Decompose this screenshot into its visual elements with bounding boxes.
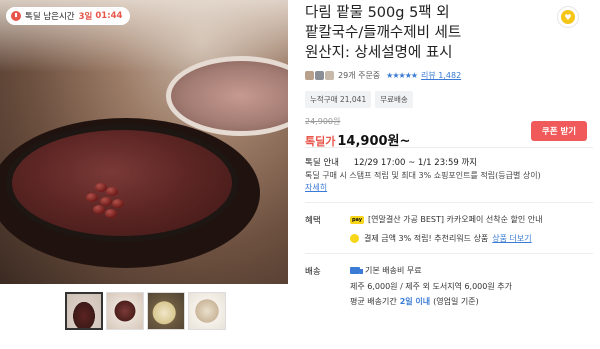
wishlist-button[interactable]: ♥ — [557, 6, 579, 28]
heart-icon: ♥ — [561, 10, 575, 24]
timer-time: 01:44 — [95, 11, 123, 21]
red-bean — [93, 205, 105, 214]
product-image-main[interactable]: 톡딜 남은시간 3일 01:44 — [0, 0, 288, 284]
thumbnail-1[interactable] — [65, 292, 103, 330]
benefit-more-link[interactable]: 상품 더보기 — [492, 233, 531, 244]
benefit-text-1: [연말결산 가공 BEST] 카카오페이 선착순 할인 안내 — [368, 215, 543, 224]
title-line-2: 팥칼국수/들깨수제비 세트 — [305, 25, 462, 41]
shipping-period-label: 평균 배송기간 — [350, 297, 397, 306]
shipping-line-2: 제주 6,000원 / 제주 외 도서지역 6,000원 추가 — [350, 282, 512, 291]
deal-info: 톡딜 안내 12/29 17:00 ~ 1/1 23:59 까지 — [305, 156, 477, 168]
coupon-button[interactable]: 쿠폰 받기 — [531, 121, 587, 141]
red-bean — [86, 193, 98, 202]
benefit-item-2: 결제 금액 3% 적립! 추천리워드 상품 상품 더보기 — [350, 233, 532, 244]
original-price: 24,900원 — [305, 117, 341, 126]
bowl-image — [6, 124, 238, 242]
benefit-text-2: 결제 금액 3% 적립! 추천리워드 상품 — [364, 234, 489, 243]
buyer-avatars — [305, 71, 335, 80]
timer-day: 3일 — [78, 12, 93, 22]
coin-icon — [350, 234, 359, 243]
badge-free-shipping: 무료배송 — [375, 91, 413, 108]
deal-description: 톡딜 구매 시 스탬프 적립 및 최대 3% 쇼핑포인트를 적립(등급별 상이)… — [305, 170, 590, 194]
red-bean — [112, 199, 124, 208]
divider — [305, 147, 593, 148]
benefit-item-1[interactable]: pay [연말결산 가공 BEST] 카카오페이 선착순 할인 안내 — [350, 214, 543, 225]
shipping-fee: 기본 배송비 무료 — [350, 265, 422, 276]
avatar — [325, 71, 334, 80]
timer-label: 톡딜 남은시간 — [25, 12, 75, 22]
clock-icon — [11, 11, 21, 21]
deal-desc-text: 톡딜 구매 시 스탬프 적립 및 최대 3% 쇼핑포인트를 적립(등급별 상이) — [305, 171, 541, 180]
order-count: 29개 주문중 — [338, 71, 381, 80]
shipping-extra: 제주 6,000원 / 제주 외 도서지역 6,000원 추가 — [350, 281, 512, 292]
deal-more-link[interactable]: 자세히 — [305, 183, 327, 192]
red-bean — [106, 187, 118, 196]
truck-icon — [350, 267, 363, 274]
divider — [305, 202, 593, 203]
review-link[interactable]: 리뷰 1,482 — [421, 70, 461, 81]
shipping-line-1: 기본 배송비 무료 — [365, 266, 422, 275]
avatar — [315, 71, 324, 80]
review-summary: 29개 주문중 ★★★★★ 리뷰 1,482 — [305, 70, 461, 81]
shipping-label: 배송 — [305, 267, 321, 277]
thumbnail-list — [65, 292, 226, 330]
price-box: 24,900원 톡딜가 14,900원~ — [305, 116, 410, 149]
thumbnail-2[interactable] — [106, 292, 144, 330]
deal-period: 12/29 17:00 ~ 1/1 23:59 까지 — [353, 158, 478, 168]
avatar — [305, 71, 314, 80]
badge-cumulative-purchases: 누적구매 21,041 — [305, 91, 372, 108]
badge-row: 누적구매 21,041 무료배송 — [305, 91, 413, 108]
product-title: 다림 팥물 500g 5팩 외 팥칼국수/들깨수제비 세트 원산지: 상세설명에… — [305, 3, 535, 63]
red-bean — [105, 209, 117, 218]
pay-icon: pay — [350, 215, 364, 224]
thumbnail-3[interactable] — [147, 292, 185, 330]
deal-timer-badge: 톡딜 남은시간 3일 01:44 — [6, 7, 131, 25]
shipping-period-note: (영업일 기준) — [433, 297, 479, 306]
title-line-1: 다림 팥물 500g 5팩 외 — [305, 5, 450, 21]
title-line-3: 원산지: 상세설명에 표시 — [305, 45, 453, 61]
shipping-period-value: 2일 이내 — [399, 297, 431, 306]
deal-label: 톡딜 안내 — [305, 158, 339, 168]
divider — [305, 253, 593, 254]
star-icon: ★★★★★ — [386, 71, 418, 80]
shipping-period: 평균 배송기간 2일 이내 (영업일 기준) — [350, 296, 479, 307]
thumbnail-4[interactable] — [188, 292, 226, 330]
benefit-label: 혜택 — [305, 216, 321, 226]
